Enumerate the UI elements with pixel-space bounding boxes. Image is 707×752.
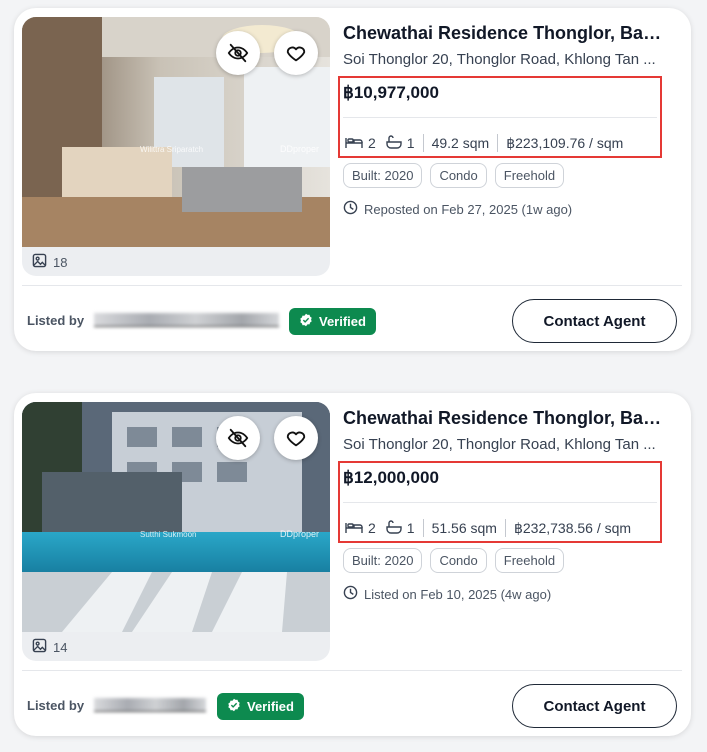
bath-icon (386, 519, 402, 537)
bedrooms: 2 (345, 135, 376, 152)
photo-brand-watermark: DDproper (280, 529, 320, 539)
listing-media[interactable]: Wilittra Sriparatch DDproper 18 (22, 17, 330, 276)
eye-off-icon (227, 42, 249, 64)
verified-check-icon (227, 698, 241, 715)
listing-media[interactable]: Sutthi Sukmoon DDproper 14 (22, 402, 330, 661)
posted-date-text: Listed on Feb 10, 2025 (4w ago) (364, 586, 552, 602)
floor-area: 51.56 sqm (431, 520, 497, 536)
posted-date-text: Reposted on Feb 27, 2025 (1w ago) (364, 201, 573, 217)
bedrooms: 2 (345, 520, 376, 537)
listing-title[interactable]: Chewathai Residence Thonglor, Ban... (343, 23, 667, 44)
listing-title[interactable]: Chewathai Residence Thonglor, Ban... (343, 408, 667, 429)
price-per-sqm: ฿232,738.56 / sqm (513, 519, 632, 536)
listed-by-label: Listed by (27, 698, 85, 713)
bathrooms: 1 (386, 519, 415, 537)
hide-listing-button[interactable] (216, 31, 260, 75)
spec-divider (497, 134, 499, 152)
photo-count-value: 18 (53, 254, 68, 270)
posted-date: Reposted on Feb 27, 2025 (1w ago) (343, 200, 572, 218)
bedrooms-value: 2 (368, 135, 376, 151)
card-divider (22, 670, 682, 671)
verified-badge: Verified (289, 308, 376, 335)
tag-built-year: Built: 2020 (343, 548, 423, 573)
image-icon (32, 638, 47, 656)
tag-property-type: Condo (430, 163, 487, 188)
listing-address: Soi Thonglor 20, Thonglor Road, Khlong T… (343, 51, 656, 68)
bathrooms-value: 1 (406, 135, 415, 151)
listing-address: Soi Thonglor 20, Thonglor Road, Khlong T… (343, 436, 656, 453)
clock-icon (343, 200, 358, 218)
photo-watermark: Sutthi Sukmoon (140, 530, 197, 539)
listing-card[interactable]: Sutthi Sukmoon DDproper 14 Chewathai Res… (14, 393, 691, 736)
listing-results: Wilittra Sriparatch DDproper 18 Chewatha… (0, 0, 707, 752)
listing-tags: Built: 2020 Condo Freehold (343, 548, 565, 573)
heart-icon (285, 42, 307, 64)
eye-off-icon (227, 427, 249, 449)
listing-specs: 2 1 51.56 sqm ฿232,738.56 / sqm (345, 519, 631, 537)
photo-watermark: Wilittra Sriparatch (140, 145, 204, 154)
clock-icon (343, 585, 358, 603)
tag-tenure: Freehold (494, 163, 565, 188)
listing-specs: 2 1 49.2 sqm ฿223,109.76 / sqm (345, 134, 623, 152)
verified-badge: Verified (217, 693, 304, 720)
image-icon (32, 253, 47, 271)
contact-agent-button[interactable]: Contact Agent (512, 299, 677, 343)
photo-brand-watermark: DDproper (280, 144, 320, 154)
bathrooms: 1 (386, 134, 415, 152)
agent-name-redacted[interactable] (94, 698, 206, 712)
photo-count[interactable]: 18 (32, 253, 67, 271)
verified-check-icon (299, 313, 313, 330)
photo-count-value: 14 (53, 639, 68, 655)
verified-text: Verified (247, 699, 294, 714)
spec-divider (504, 519, 506, 537)
price-divider (343, 502, 657, 503)
posted-date: Listed on Feb 10, 2025 (4w ago) (343, 585, 551, 603)
card-divider (22, 285, 682, 286)
favorite-button[interactable] (274, 416, 318, 460)
hide-listing-button[interactable] (216, 416, 260, 460)
tag-property-type: Condo (430, 548, 487, 573)
floor-area: 49.2 sqm (431, 135, 490, 151)
favorite-button[interactable] (274, 31, 318, 75)
bath-icon (386, 134, 402, 152)
listing-price: ฿10,977,000 (343, 83, 439, 102)
spec-divider (422, 519, 424, 537)
bedrooms-value: 2 (368, 520, 376, 536)
price-per-sqm: ฿223,109.76 / sqm (506, 134, 624, 151)
tag-built-year: Built: 2020 (343, 163, 423, 188)
listing-photo[interactable]: Wilittra Sriparatch DDproper (22, 17, 330, 247)
listing-photo[interactable]: Sutthi Sukmoon DDproper (22, 402, 330, 632)
listing-card[interactable]: Wilittra Sriparatch DDproper 18 Chewatha… (14, 8, 691, 351)
verified-text: Verified (319, 314, 366, 329)
contact-agent-button[interactable]: Contact Agent (512, 684, 677, 728)
agent-name-redacted[interactable] (94, 313, 279, 327)
spec-divider (422, 134, 424, 152)
heart-icon (285, 427, 307, 449)
price-divider (343, 117, 657, 118)
bed-icon (345, 520, 363, 537)
listed-by-label: Listed by (27, 313, 85, 328)
photo-count[interactable]: 14 (32, 638, 67, 656)
tag-tenure: Freehold (494, 548, 565, 573)
listing-price: ฿12,000,000 (343, 468, 439, 487)
listing-tags: Built: 2020 Condo Freehold (343, 163, 565, 188)
bed-icon (345, 135, 363, 152)
bathrooms-value: 1 (406, 520, 415, 536)
